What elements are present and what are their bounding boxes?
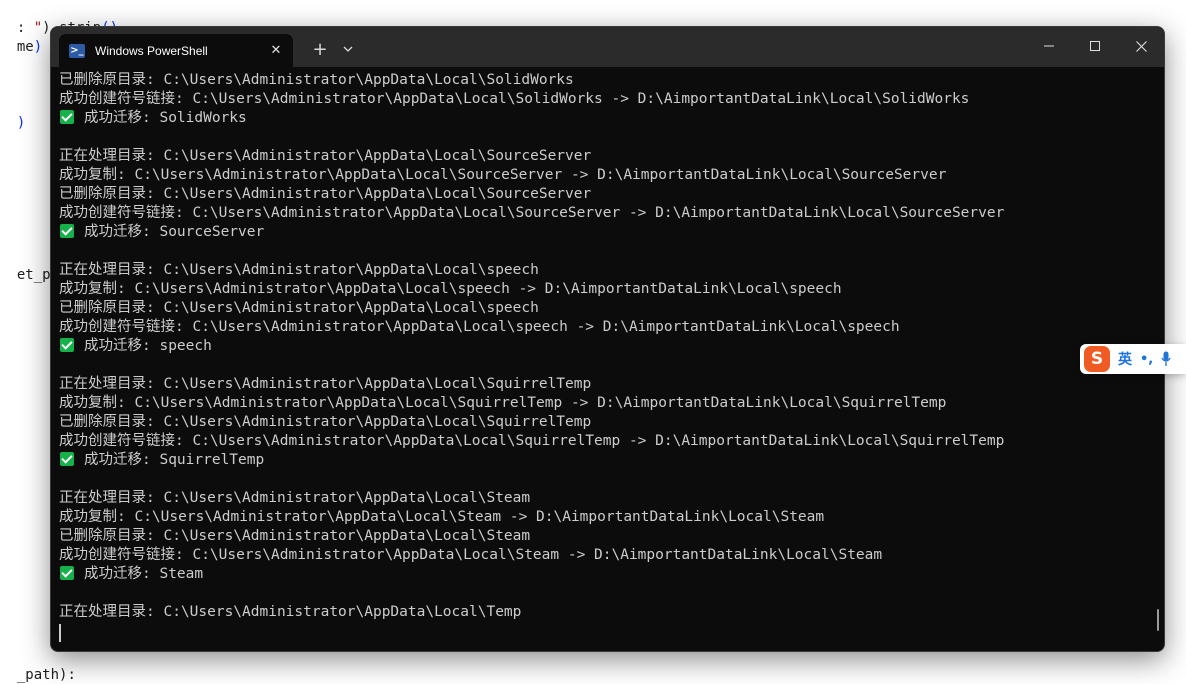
terminal-line-text: 成功迁移: speech <box>84 338 212 354</box>
title-bar[interactable]: >_ Windows PowerShell ✕ + <box>51 27 1164 67</box>
tab-title: Windows PowerShell <box>95 43 208 58</box>
terminal-line: 成功迁移: Steam <box>59 565 1152 584</box>
terminal-line: 成功创建符号链接: C:\Users\Administrator\AppData… <box>59 204 1152 223</box>
minimize-icon <box>1044 45 1054 47</box>
terminal-line-text: 正在处理目录: C:\Users\Administrator\AppData\L… <box>59 376 592 392</box>
editor-paren: ) <box>33 39 43 55</box>
terminal-line: 已删除原目录: C:\Users\Administrator\AppData\L… <box>59 527 1152 546</box>
terminal-line-text: 成功复制: C:\Users\Administrator\AppData\Loc… <box>59 281 842 297</box>
terminal-line: 成功迁移: speech <box>59 337 1152 356</box>
terminal-line-text: 成功复制: C:\Users\Administrator\AppData\Loc… <box>59 167 947 183</box>
terminal-line: 正在处理目录: C:\Users\Administrator\AppData\L… <box>59 375 1152 394</box>
terminal-line-text: 成功复制: C:\Users\Administrator\AppData\Loc… <box>59 509 825 525</box>
editor-text: _path <box>16 667 60 683</box>
terminal-line-text: 已删除原目录: C:\Users\Administrator\AppData\L… <box>59 528 531 544</box>
scrollbar[interactable] <box>1157 609 1159 631</box>
terminal-line-text: 成功创建符号链接: C:\Users\Administrator\AppData… <box>59 319 900 335</box>
terminal-line-text: 正在处理目录: C:\Users\Administrator\AppData\L… <box>59 148 592 164</box>
sogou-logo-icon[interactable]: S <box>1084 346 1110 372</box>
terminal-output[interactable]: 已删除原目录: C:\Users\Administrator\AppData\L… <box>59 71 1152 651</box>
tab-windows-powershell[interactable]: >_ Windows PowerShell ✕ <box>59 34 293 67</box>
ime-punctuation-toggle[interactable]: •, <box>1140 352 1153 367</box>
check-mark-icon <box>60 452 74 466</box>
editor-line-2: me) <box>0 20 42 56</box>
terminal-line: 成功迁移: SolidWorks <box>59 109 1152 128</box>
terminal-line-text: 成功创建符号链接: C:\Users\Administrator\AppData… <box>59 91 970 107</box>
terminal-line-text: 成功迁移: Steam <box>84 566 204 582</box>
editor-line-5: _path): <box>0 648 76 684</box>
terminal-line: 正在处理目录: C:\Users\Administrator\AppData\L… <box>59 147 1152 166</box>
terminal-line-text: 成功复制: C:\Users\Administrator\AppData\Loc… <box>59 395 947 411</box>
editor-text: me <box>16 39 34 55</box>
check-mark-icon <box>60 566 74 580</box>
terminal-window[interactable]: >_ Windows PowerShell ✕ + 已删除原目录: C:\Use… <box>50 26 1165 652</box>
terminal-line: 成功复制: C:\Users\Administrator\AppData\Loc… <box>59 280 1152 299</box>
terminal-line: 成功创建符号链接: C:\Users\Administrator\AppData… <box>59 318 1152 337</box>
terminal-line-text: 已删除原目录: C:\Users\Administrator\AppData\L… <box>59 414 592 430</box>
check-mark-icon <box>60 338 74 352</box>
close-icon <box>1135 40 1147 52</box>
terminal-line-text: 成功迁移: SolidWorks <box>84 110 247 126</box>
new-tab-button[interactable]: + <box>309 38 331 60</box>
terminal-line: 已删除原目录: C:\Users\Administrator\AppData\L… <box>59 299 1152 318</box>
terminal-line-text: 已删除原目录: C:\Users\Administrator\AppData\L… <box>59 186 592 202</box>
terminal-line: 成功迁移: SourceServer <box>59 223 1152 242</box>
terminal-line-text: 成功创建符号链接: C:\Users\Administrator\AppData… <box>59 547 883 563</box>
minimize-button[interactable] <box>1026 27 1072 65</box>
editor-paren: ) <box>16 115 26 131</box>
maximize-icon <box>1090 41 1100 51</box>
terminal-line-text: 已删除原目录: C:\Users\Administrator\AppData\L… <box>59 300 539 316</box>
close-tab-icon[interactable]: ✕ <box>267 41 285 59</box>
terminal-line-text: 正在处理目录: C:\Users\Administrator\AppData\L… <box>59 262 539 278</box>
ime-language-toggle[interactable]: 英 <box>1118 349 1132 369</box>
check-mark-icon <box>60 110 74 124</box>
ime-toolbar[interactable]: S 英 •, <box>1080 344 1186 374</box>
terminal-line-text: 成功创建符号链接: C:\Users\Administrator\AppData… <box>59 205 1005 221</box>
terminal-line: 正在处理目录: C:\Users\Administrator\AppData\L… <box>59 489 1152 508</box>
microphone-icon[interactable] <box>1161 351 1171 367</box>
terminal-line-text: 正在处理目录: C:\Users\Administrator\AppData\L… <box>59 490 531 506</box>
maximize-button[interactable] <box>1072 27 1118 65</box>
terminal-line: 已删除原目录: C:\Users\Administrator\AppData\L… <box>59 71 1152 90</box>
check-mark-icon <box>60 224 74 238</box>
editor-line-3: ) <box>0 96 25 132</box>
terminal-line: 成功复制: C:\Users\Administrator\AppData\Loc… <box>59 508 1152 527</box>
terminal-line: 已删除原目录: C:\Users\Administrator\AppData\L… <box>59 413 1152 432</box>
terminal-line: 成功创建符号链接: C:\Users\Administrator\AppData… <box>59 90 1152 109</box>
terminal-line: 成功创建符号链接: C:\Users\Administrator\AppData… <box>59 546 1152 565</box>
terminal-line: 成功复制: C:\Users\Administrator\AppData\Loc… <box>59 394 1152 413</box>
terminal-line-text: 成功迁移: SourceServer <box>84 224 265 240</box>
terminal-line-text: 成功创建符号链接: C:\Users\Administrator\AppData… <box>59 433 1005 449</box>
terminal-line-text: 正在处理目录: C:\Users\Administrator\AppData\L… <box>59 604 522 620</box>
terminal-line-text: 已删除原目录: C:\Users\Administrator\AppData\L… <box>59 72 574 88</box>
close-window-button[interactable] <box>1118 27 1164 65</box>
terminal-line: 成功迁移: SquirrelTemp <box>59 451 1152 470</box>
terminal-line: 已删除原目录: C:\Users\Administrator\AppData\L… <box>59 185 1152 204</box>
chevron-down-icon[interactable] <box>339 38 357 60</box>
terminal-line: 正在处理目录: C:\Users\Administrator\AppData\L… <box>59 603 1152 622</box>
terminal-line: 成功创建符号链接: C:\Users\Administrator\AppData… <box>59 432 1152 451</box>
powershell-icon: >_ <box>69 43 85 58</box>
terminal-line: 正在处理目录: C:\Users\Administrator\AppData\L… <box>59 261 1152 280</box>
terminal-line: 成功复制: C:\Users\Administrator\AppData\Loc… <box>59 166 1152 185</box>
editor-text: ): <box>59 667 76 683</box>
text-cursor <box>59 624 61 642</box>
terminal-line-text: 成功迁移: SquirrelTemp <box>84 452 265 468</box>
